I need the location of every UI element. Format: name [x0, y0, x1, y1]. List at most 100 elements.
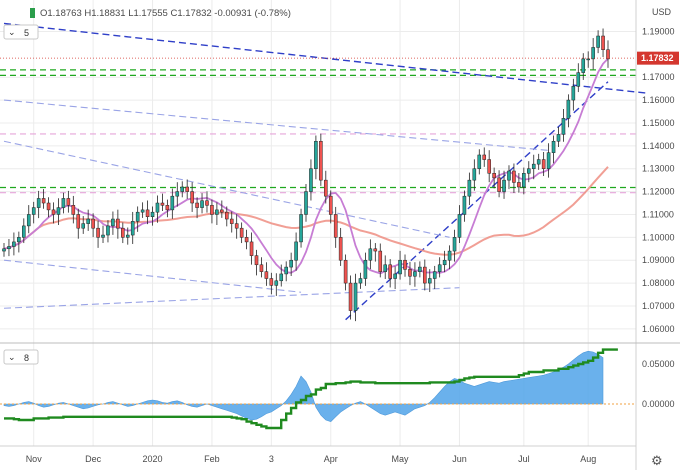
main-indicator-count: 5 [24, 28, 29, 38]
candle [150, 206, 155, 226]
candle-body [457, 214, 462, 238]
candle-body [234, 223, 239, 229]
candle [145, 200, 150, 225]
candle [274, 273, 279, 296]
candle [348, 275, 353, 320]
candle-body [66, 198, 71, 206]
ohlc-readout: O1.18763 H1.18831 L1.17555 C1.17832 -0.0… [40, 8, 291, 19]
horizontal-levels [0, 69, 636, 194]
candle-body [264, 271, 269, 279]
candle-body [328, 195, 333, 215]
candle-body [26, 214, 31, 227]
candle [101, 225, 105, 244]
price-tick-label: 1.08000 [642, 278, 675, 288]
candle [398, 250, 402, 280]
candle-body [507, 170, 511, 181]
candle-body [467, 179, 472, 197]
moving-averages [3, 57, 609, 275]
candle-body [586, 58, 590, 61]
candle-body [601, 35, 605, 50]
candle-body [175, 191, 180, 197]
time-tick-label: 3 [269, 454, 274, 464]
price-tick-label: 1.16000 [642, 95, 675, 105]
candle-body [398, 259, 402, 275]
candle [294, 232, 298, 271]
candle [190, 182, 194, 212]
candle-body [343, 259, 348, 284]
candle-body [101, 234, 105, 238]
sub-tick-label: 0.00000 [642, 399, 675, 409]
sub-indicator-count: 8 [24, 353, 29, 363]
sub-indicator-chevron-icon: ⌄ [8, 352, 16, 362]
candle-body [46, 202, 51, 211]
sub-indicator-toggle[interactable]: ⌄ 8 [3, 349, 39, 365]
candle [2, 243, 6, 257]
candle [180, 181, 185, 198]
candle-body [269, 278, 274, 286]
candle-body [150, 211, 155, 217]
candle-body [333, 214, 338, 238]
candle [175, 182, 180, 207]
candle [561, 108, 566, 142]
candle [205, 191, 209, 213]
candle-body [195, 202, 199, 208]
price-tick-label: 1.07000 [642, 301, 675, 311]
candle-body [259, 264, 264, 272]
candle [368, 239, 373, 270]
candle-body [432, 271, 437, 279]
candle [314, 135, 318, 180]
candle-body [413, 271, 417, 277]
light-trend-line [3, 287, 460, 309]
candle-body [324, 179, 328, 197]
sub-tick-label: 0.05000 [642, 359, 675, 369]
time-tick-label: May [392, 454, 410, 464]
chart-canvas[interactable]: 1.06000 1.07000 1.08000 1.09000 1.10000 1.110… [0, 0, 680, 470]
candle-body [358, 278, 363, 284]
time-tick-label: Dec [85, 454, 102, 464]
candle-body [373, 248, 378, 252]
candle-body [289, 259, 293, 268]
candle [586, 51, 590, 68]
candle-body [576, 72, 581, 87]
candle-body [502, 179, 506, 192]
candle [408, 261, 412, 286]
candle-body [447, 250, 452, 261]
candle-body [487, 159, 491, 174]
candle-body [200, 200, 204, 208]
gear-icon[interactable]: ⚙ [651, 454, 663, 469]
last-price-label: 1.17832 [641, 53, 674, 63]
candle-body [205, 200, 209, 206]
candle-body [210, 205, 214, 215]
candle-body [7, 246, 11, 250]
candle [215, 202, 219, 225]
candle [269, 272, 274, 295]
candle [551, 135, 556, 164]
candle-body [517, 182, 521, 188]
candle-body [229, 218, 234, 224]
candle [76, 208, 81, 239]
candle [160, 193, 165, 212]
candle [482, 147, 487, 167]
candle [200, 193, 204, 214]
candle-body [482, 154, 487, 160]
price-tick-label: 1.10000 [642, 232, 675, 242]
main-indicator-toggle[interactable]: ⌄ 5 [3, 24, 39, 40]
candle-body [338, 237, 343, 261]
candle-body [571, 86, 576, 101]
candle [418, 261, 422, 278]
candle-body [527, 168, 531, 174]
candle [61, 192, 66, 214]
candle [299, 208, 303, 248]
candle [606, 40, 610, 68]
time-tick-label: Nov [26, 454, 43, 464]
candle [239, 222, 244, 244]
candle-body [17, 237, 21, 243]
candle-body [91, 218, 95, 229]
price-tick-label: 1.14000 [642, 141, 675, 151]
candle [111, 211, 115, 235]
candle-body [442, 259, 447, 266]
candle-body [497, 177, 501, 192]
candle-body [378, 250, 383, 272]
candle [121, 222, 125, 244]
candle [220, 200, 224, 218]
